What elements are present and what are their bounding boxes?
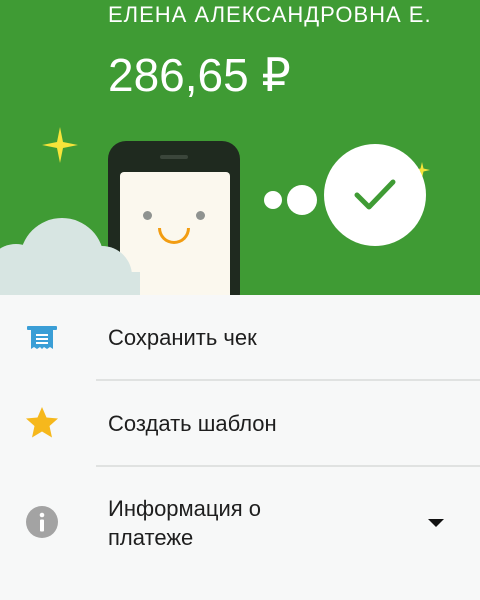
payment-success-header: ЕЛЕНА АЛЕКСАНДРОВНА Е. 286,65 ₽ <box>0 0 480 295</box>
recipient-name: ЕЛЕНА АЛЕКСАНДРОВНА Е. <box>108 2 432 27</box>
payment-amount: 286,65 ₽ <box>108 49 291 101</box>
progress-dot <box>287 185 317 215</box>
progress-dot <box>264 191 282 209</box>
chevron-down-icon[interactable] <box>428 519 444 527</box>
success-badge <box>324 144 426 246</box>
sparkle-icon <box>42 127 78 163</box>
info-icon <box>26 506 58 538</box>
save-receipt-item[interactable]: Сохранить чек <box>0 295 480 381</box>
receipt-icon <box>27 326 57 349</box>
phone-speaker <box>160 155 188 159</box>
create-template-item[interactable]: Создать шаблон <box>0 381 480 467</box>
cloud-illustration <box>0 218 140 295</box>
checkmark-icon <box>354 179 396 210</box>
payment-info-label: Информация о платеже <box>108 496 262 550</box>
smiley-left-eye <box>143 211 152 220</box>
save-receipt-label: Сохранить чек <box>108 325 257 350</box>
payment-actions-menu: Сохранить чек Создать шаблон Информация … <box>0 295 480 600</box>
create-template-label: Создать шаблон <box>108 411 277 436</box>
star-icon <box>26 407 58 438</box>
smiley-mouth <box>158 228 190 244</box>
smiley-right-eye <box>196 211 205 220</box>
payment-info-item[interactable]: Информация о платеже <box>0 467 480 577</box>
